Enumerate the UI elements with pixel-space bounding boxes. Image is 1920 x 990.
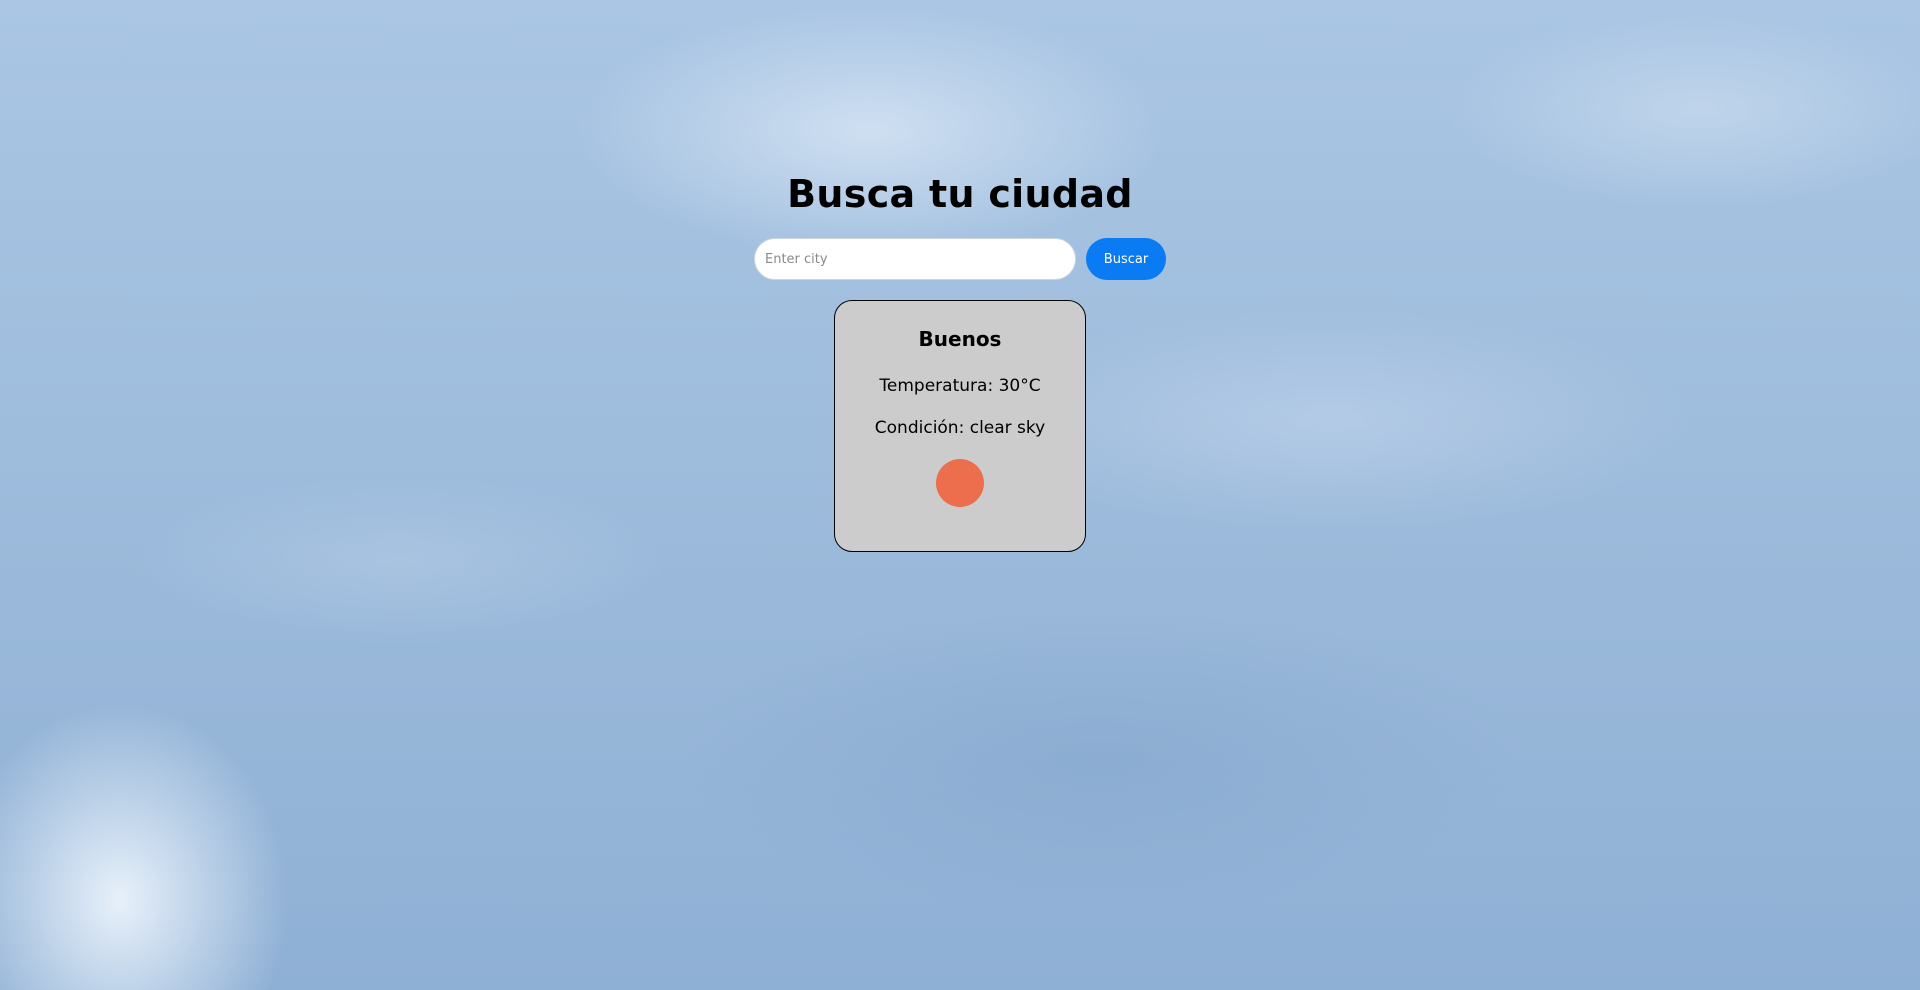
- main-container: Busca tu ciudad Buscar Buenos Temperatur…: [0, 170, 1920, 552]
- temperature-text: Temperatura: 30°C: [879, 376, 1041, 396]
- city-name: Buenos: [918, 327, 1002, 351]
- sun-icon: [936, 459, 984, 507]
- search-button[interactable]: Buscar: [1086, 238, 1166, 280]
- weather-card: Buenos Temperatura: 30°C Condición: clea…: [834, 300, 1086, 552]
- page-title: Busca tu ciudad: [787, 172, 1133, 216]
- city-search-input[interactable]: [754, 238, 1076, 280]
- search-bar: Buscar: [754, 238, 1166, 280]
- condition-text: Condición: clear sky: [874, 418, 1046, 438]
